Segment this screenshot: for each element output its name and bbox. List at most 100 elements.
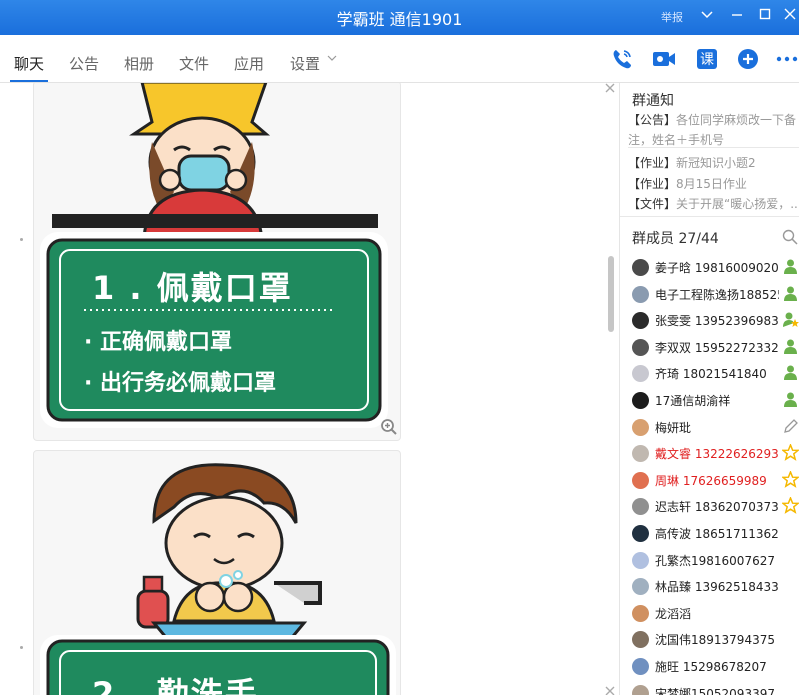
avatar[interactable] xyxy=(632,525,649,542)
member-name: 梅妍玭 xyxy=(655,420,692,435)
member-name: 施旺 15298678207 xyxy=(655,660,767,674)
notice-item[interactable]: 注，姓名＋手机号 xyxy=(628,131,724,148)
member-name: 宋梦娜15052093397 xyxy=(655,686,775,695)
report-link[interactable]: 举报 xyxy=(661,9,683,25)
member-name: 周琳 17626659989 xyxy=(655,473,767,488)
member-row[interactable]: 李双双 15952272332 xyxy=(620,335,799,361)
qq-group-chat-window: 学霸班 通信1901 举报 聊天 公告 相册 文件 应用 设置 课 1 . 佩戴… xyxy=(0,0,799,695)
chat-scrollbar[interactable] xyxy=(608,256,614,332)
class-label: 课 xyxy=(700,52,714,68)
avatar[interactable] xyxy=(632,578,649,596)
search-icon[interactable] xyxy=(782,229,798,245)
close-icon[interactable] xyxy=(604,683,616,695)
more-icon[interactable] xyxy=(775,47,799,71)
mask-heading: 1 . 佩戴口罩 xyxy=(92,269,293,307)
avatar[interactable] xyxy=(632,285,649,303)
member-name: 17通信胡渝祥 xyxy=(655,394,731,408)
image-message-mask[interactable]: 1 . 佩戴口罩 · 正确佩戴口罩 · 出行务必佩戴口罩 xyxy=(33,83,401,441)
member-row[interactable]: 齐琦 18021541840 xyxy=(620,361,799,387)
member-row[interactable]: 17通信胡渝祥 xyxy=(620,388,799,414)
close-icon[interactable] xyxy=(604,83,616,98)
dropdown-chevron-icon[interactable] xyxy=(696,5,718,27)
member-role-icon xyxy=(782,338,799,355)
notice-item[interactable]: 【作业】8月15日作业 xyxy=(628,175,747,192)
group-notice-title[interactable]: 群通知 xyxy=(632,90,674,110)
member-row[interactable]: 周琳 17626659989 xyxy=(620,468,799,494)
avatar[interactable] xyxy=(632,631,649,649)
member-name: 李双双 15952272332 xyxy=(655,340,779,355)
avatar[interactable] xyxy=(632,658,649,675)
notice-divider xyxy=(628,147,799,148)
member-name: 戴文睿 13222626293 xyxy=(655,447,779,462)
member-row[interactable]: 梅妍玭 xyxy=(620,415,799,441)
title-bar: 学霸班 通信1901 举报 xyxy=(0,0,799,35)
member-name: 沈国伟18913794375 xyxy=(655,633,775,648)
close-window-icon[interactable] xyxy=(779,5,799,27)
avatar[interactable] xyxy=(632,392,649,409)
video-call-icon[interactable] xyxy=(652,47,676,71)
member-name: 齐琦 18021541840 xyxy=(655,367,767,382)
avatar[interactable] xyxy=(632,471,649,489)
group-side-panel: 群通知 【公告】各位同学麻烦改一下备 注，姓名＋手机号 【作业】新冠知识小题2 … xyxy=(619,83,799,695)
avatar[interactable] xyxy=(632,418,649,436)
tab-chat[interactable]: 聊天 xyxy=(14,53,44,74)
handwash-heading: 2 . 勤洗手 xyxy=(92,675,259,695)
member-role-icon xyxy=(782,364,799,381)
tab-announcements[interactable]: 公告 xyxy=(69,53,99,74)
add-icon[interactable] xyxy=(736,47,760,71)
active-tab-indicator xyxy=(10,80,48,82)
avatar[interactable] xyxy=(632,312,649,330)
member-row[interactable]: 林品臻 13962518433 xyxy=(620,574,799,600)
member-name: 电子工程陈逸扬18852553 xyxy=(655,287,779,302)
maximize-icon[interactable] xyxy=(754,5,776,27)
member-row[interactable]: 电子工程陈逸扬18852553 xyxy=(620,282,799,308)
avatar[interactable] xyxy=(632,338,649,356)
mask-bullet-1: · 正确佩戴口罩 xyxy=(84,330,233,355)
avatar[interactable] xyxy=(632,684,649,695)
avatar[interactable] xyxy=(632,551,649,569)
chat-message-area[interactable]: 1 . 佩戴口罩 · 正确佩戴口罩 · 出行务必佩戴口罩 2 . 勤洗手 xyxy=(0,83,619,695)
avatar[interactable] xyxy=(632,445,649,463)
member-name: 龙滔滔 xyxy=(655,606,692,621)
tab-bar: 聊天 公告 相册 文件 应用 设置 课 xyxy=(0,35,799,83)
tab-apps[interactable]: 应用 xyxy=(234,53,264,74)
avatar[interactable] xyxy=(632,498,649,516)
avatar[interactable] xyxy=(632,604,649,622)
mask-bullet-2: · 出行务必佩戴口罩 xyxy=(84,371,277,396)
message-dot xyxy=(20,646,23,649)
class-icon[interactable]: 课 xyxy=(695,47,719,71)
member-name: 张雯雯 13952396983 xyxy=(655,314,779,329)
star-role-icon xyxy=(780,469,799,488)
member-row[interactable]: 孔繁杰19816007627 xyxy=(620,548,799,574)
member-name: 迟志轩 18362070373 xyxy=(655,500,779,515)
phone-call-icon[interactable] xyxy=(610,47,634,71)
member-row[interactable]: 施旺 15298678207 xyxy=(620,654,799,680)
edit-icon xyxy=(782,418,799,435)
minimize-icon[interactable] xyxy=(726,5,748,27)
member-row[interactable]: 高传波 18651711362 xyxy=(620,521,799,547)
member-count-title: 群成员 27/44 xyxy=(632,231,719,247)
notice-item[interactable]: 【作业】新冠知识小题2 xyxy=(628,154,756,171)
member-row[interactable]: 戴文睿 13222626293 xyxy=(620,441,799,467)
notice-item[interactable]: 【公告】各位同学麻烦改一下备 xyxy=(628,111,796,128)
member-row[interactable]: 张雯雯 13952396983 xyxy=(620,308,799,334)
member-name: 孔繁杰19816007627 xyxy=(655,553,775,568)
member-row[interactable]: 姜子晗 19816009020 xyxy=(620,255,799,281)
zoom-icon[interactable] xyxy=(380,418,398,436)
notice-item[interactable]: 【文件】关于开展“暖心扬爱，... xyxy=(628,195,799,212)
avatar[interactable] xyxy=(632,259,649,276)
member-name: 高传波 18651711362 xyxy=(655,527,779,541)
image-message-handwash[interactable]: 2 . 勤洗手 xyxy=(33,450,401,695)
tab-album[interactable]: 相册 xyxy=(124,53,154,74)
member-row[interactable]: 龙滔滔 xyxy=(620,601,799,627)
section-divider xyxy=(620,216,799,217)
admin-role-icon xyxy=(782,311,799,328)
tab-files[interactable]: 文件 xyxy=(179,53,209,74)
tab-settings[interactable]: 设置 xyxy=(290,53,320,74)
member-row[interactable]: 宋梦娜15052093397 xyxy=(620,681,799,695)
handwash-illustration xyxy=(40,463,396,695)
member-row[interactable]: 沈国伟18913794375 xyxy=(620,627,799,653)
settings-chevron-icon[interactable] xyxy=(327,53,337,66)
avatar[interactable] xyxy=(632,365,649,383)
member-row[interactable]: 迟志轩 18362070373 xyxy=(620,494,799,520)
